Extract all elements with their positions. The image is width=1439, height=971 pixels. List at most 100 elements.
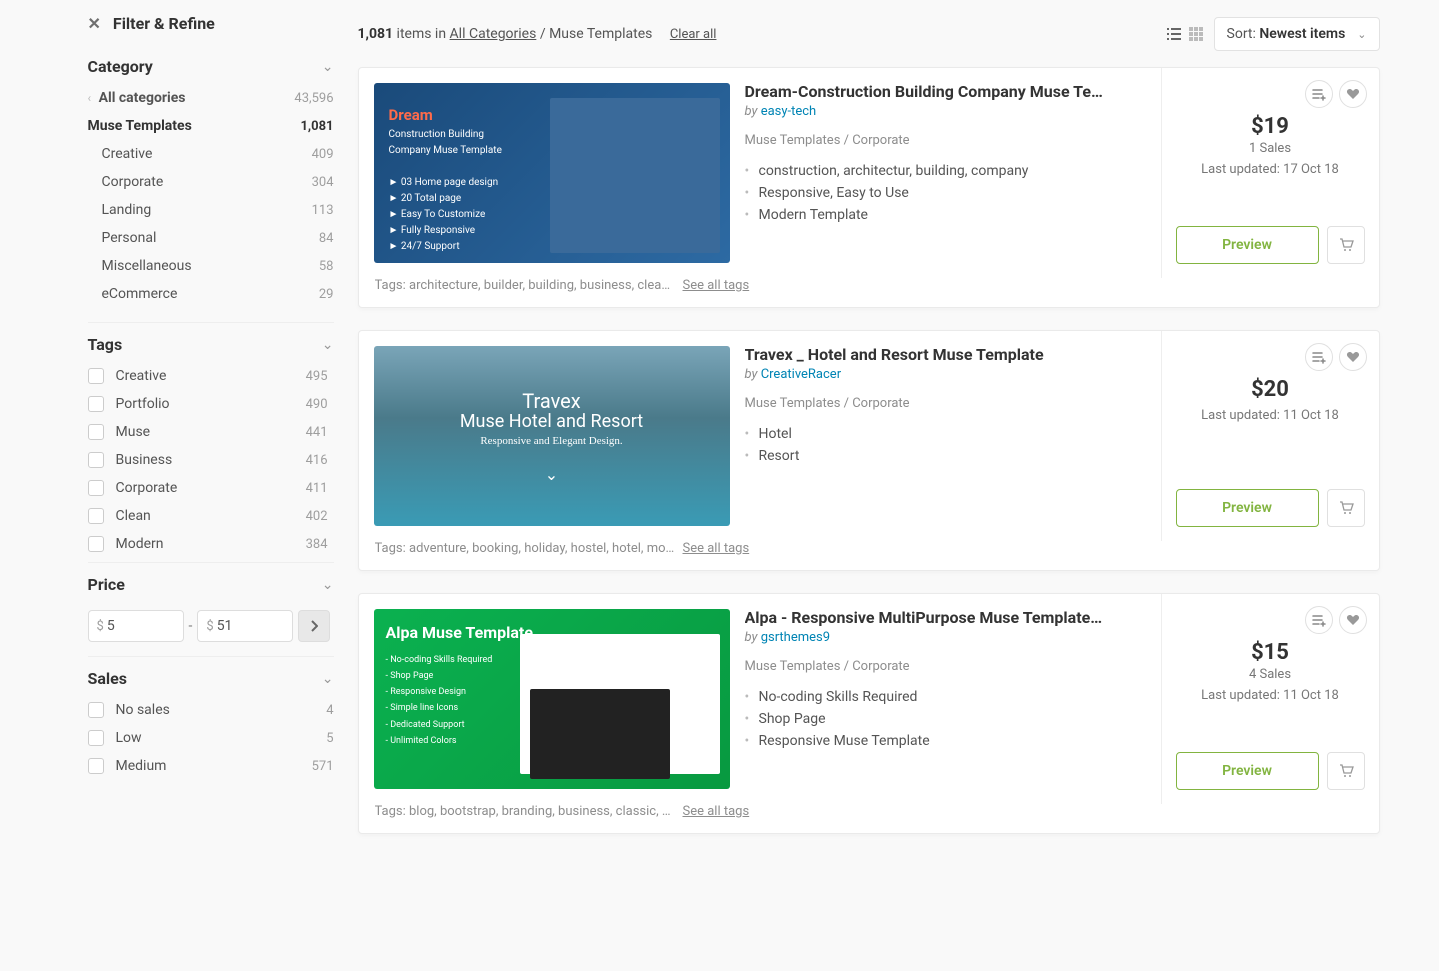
chevron-down-icon: ⌄ <box>1357 28 1366 41</box>
favorite-icon[interactable] <box>1339 606 1367 634</box>
price-max-wrap: $ <box>197 610 293 642</box>
filter-title: ✕ Filter & Refine <box>88 14 334 33</box>
tag-item[interactable]: Portfolio490 <box>88 390 328 418</box>
product-path: Muse Templates / Corporate <box>745 396 1151 411</box>
category-header[interactable]: Category ⌄ <box>88 45 334 84</box>
product-thumbnail[interactable]: Alpa Muse Template- No-coding Skills Req… <box>374 609 730 789</box>
sales-checkbox[interactable] <box>88 702 104 718</box>
tag-item[interactable]: Modern384 <box>88 530 328 558</box>
price-min-input[interactable] <box>107 618 175 634</box>
price-header[interactable]: Price ⌄ <box>88 562 334 602</box>
tag-checkbox[interactable] <box>88 508 104 524</box>
tag-checkbox[interactable] <box>88 536 104 552</box>
product-thumbnail[interactable]: TravexMuse Hotel and ResortResponsive an… <box>374 346 730 526</box>
add-to-collection-icon[interactable] <box>1305 343 1333 371</box>
tag-checkbox[interactable] <box>88 452 104 468</box>
sales-checkbox[interactable] <box>88 758 104 774</box>
tag-checkbox[interactable] <box>88 368 104 384</box>
category-item[interactable]: Personal84 <box>88 224 334 252</box>
favorite-icon[interactable] <box>1339 80 1367 108</box>
tag-item[interactable]: Business416 <box>88 446 328 474</box>
price-max-input[interactable] <box>217 618 285 634</box>
category-list: ‹ All categories43,596Muse Templates1,08… <box>88 84 334 322</box>
feature-item: Hotel <box>745 423 1151 445</box>
category-item[interactable]: eCommerce29 <box>88 280 334 308</box>
sales-header[interactable]: Sales ⌄ <box>88 656 334 696</box>
feature-list: No-coding Skills RequiredShop PageRespon… <box>745 686 1151 752</box>
tag-item[interactable]: Muse441 <box>88 418 328 446</box>
product-thumbnail[interactable]: DreamConstruction BuildingCompany Muse T… <box>374 83 730 263</box>
tag-checkbox[interactable] <box>88 424 104 440</box>
product-title[interactable]: Travex _ Hotel and Resort Muse Template <box>745 345 1105 364</box>
sort-value: Newest items <box>1259 26 1345 42</box>
author-link[interactable]: easy-tech <box>761 104 817 119</box>
filter-sidebar: ✕ Filter & Refine Category ⌄ ‹ All categ… <box>60 14 344 856</box>
price-apply-button[interactable] <box>298 610 330 642</box>
favorite-icon[interactable] <box>1339 343 1367 371</box>
tags-header[interactable]: Tags ⌄ <box>88 322 334 362</box>
see-all-tags-link[interactable]: See all tags <box>683 541 750 556</box>
tag-checkbox[interactable] <box>88 480 104 496</box>
author-link[interactable]: CreativeRacer <box>761 367 841 382</box>
sales-item[interactable]: Medium571 <box>88 752 334 780</box>
category-item[interactable]: Corporate304 <box>88 168 334 196</box>
feature-item: Modern Template <box>745 204 1151 226</box>
feature-item: No-coding Skills Required <box>745 686 1151 708</box>
chevron-down-icon: ⌄ <box>322 671 334 687</box>
chevron-down-icon: ⌄ <box>322 59 334 75</box>
breadcrumb-root-link[interactable]: All Categories <box>450 26 537 42</box>
close-icon[interactable]: ✕ <box>88 14 101 33</box>
tag-item[interactable]: Creative495 <box>88 362 328 390</box>
category-item[interactable]: Creative409 <box>88 140 334 168</box>
product-meta: $191 SalesLast updated: 17 Oct 18Preview <box>1161 68 1379 278</box>
category-item[interactable]: ‹ All categories43,596 <box>88 84 334 112</box>
category-item[interactable]: Miscellaneous58 <box>88 252 334 280</box>
cart-button[interactable] <box>1327 752 1365 790</box>
grid-view-icon[interactable] <box>1188 26 1204 42</box>
clear-all-link[interactable]: Clear all <box>670 27 717 42</box>
result-count: 1,081 <box>358 26 394 42</box>
tag-row: Tags: architecture, builder, building, b… <box>359 278 1379 307</box>
topbar-right: Sort: Newest items ⌄ <box>1166 17 1380 51</box>
product-byline: by gsrthemes9 <box>745 630 1151 645</box>
topbar: 1,081 items in All Categories / Muse Tem… <box>358 14 1380 67</box>
sort-dropdown[interactable]: Sort: Newest items ⌄ <box>1214 17 1380 51</box>
price-min-wrap: $ <box>88 610 184 642</box>
sort-label: Sort: <box>1227 26 1260 42</box>
tag-checkbox[interactable] <box>88 396 104 412</box>
add-to-collection-icon[interactable] <box>1305 80 1333 108</box>
product-title[interactable]: Alpa - Responsive MultiPurpose Muse Temp… <box>745 608 1105 627</box>
preview-button[interactable]: Preview <box>1176 489 1319 527</box>
category-item[interactable]: Muse Templates1,081 <box>88 112 334 140</box>
product-price: $20 <box>1251 377 1289 402</box>
category-item[interactable]: Landing113 <box>88 196 334 224</box>
see-all-tags-link[interactable]: See all tags <box>683 278 750 293</box>
breadcrumb: 1,081 items in All Categories / Muse Tem… <box>358 26 717 42</box>
preview-button[interactable]: Preview <box>1176 752 1319 790</box>
tag-list: Creative495Portfolio490Muse441Business41… <box>88 362 334 562</box>
tag-item[interactable]: Clean402 <box>88 502 328 530</box>
sales-checkbox[interactable] <box>88 730 104 746</box>
sales-item[interactable]: No sales4 <box>88 696 334 724</box>
chevron-down-icon: ⌄ <box>322 577 334 593</box>
preview-button[interactable]: Preview <box>1176 226 1319 264</box>
tag-line: Tags: blog, bootstrap, branding, busines… <box>375 804 675 819</box>
cart-button[interactable] <box>1327 489 1365 527</box>
sales-count: 4 Sales <box>1249 667 1291 682</box>
filter-title-text: Filter & Refine <box>113 14 215 33</box>
last-updated: Last updated: 11 Oct 18 <box>1201 408 1339 423</box>
add-to-collection-icon[interactable] <box>1305 606 1333 634</box>
sales-item[interactable]: Low5 <box>88 724 334 752</box>
product-card: DreamConstruction BuildingCompany Muse T… <box>358 67 1380 308</box>
list-view-icon[interactable] <box>1166 26 1182 42</box>
see-all-tags-link[interactable]: See all tags <box>683 804 750 819</box>
product-card: Alpa Muse Template- No-coding Skills Req… <box>358 593 1380 834</box>
product-byline: by easy-tech <box>745 104 1151 119</box>
product-title[interactable]: Dream-Construction Building Company Muse… <box>745 82 1105 101</box>
author-link[interactable]: gsrthemes9 <box>761 630 830 645</box>
cart-button[interactable] <box>1327 226 1365 264</box>
price-row: $ - $ <box>88 602 334 656</box>
tag-item[interactable]: Corporate411 <box>88 474 328 502</box>
tag-row: Tags: adventure, booking, holiday, hoste… <box>359 541 1379 570</box>
price-dash: - <box>189 618 193 634</box>
